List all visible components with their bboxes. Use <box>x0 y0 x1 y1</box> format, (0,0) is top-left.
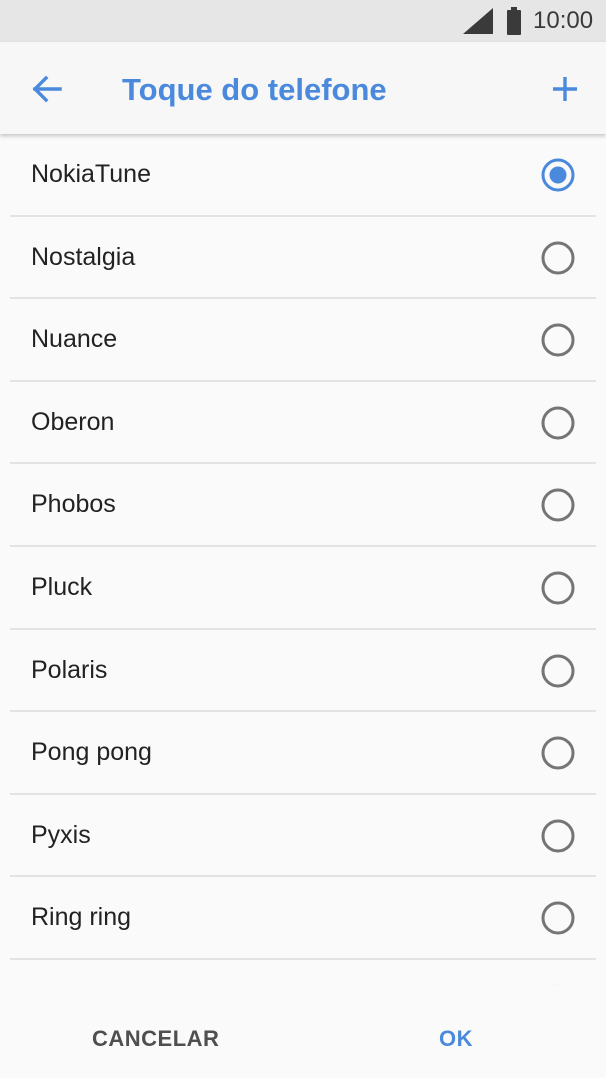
radio-unselected-icon[interactable] <box>541 323 575 357</box>
arrow-left-icon <box>32 75 62 103</box>
ringtone-label: Pluck <box>31 572 93 601</box>
list-item[interactable]: NokiaTune <box>0 134 606 217</box>
radio-unselected-icon[interactable] <box>541 571 575 605</box>
radio-unselected-icon[interactable] <box>541 901 575 935</box>
radio-selected-icon[interactable] <box>541 158 575 192</box>
ringtone-label: Pong pong <box>31 738 152 767</box>
list-item[interactable]: Pyxis <box>0 795 606 878</box>
cell-signal-icon <box>463 8 493 34</box>
list-item[interactable]: Oberon <box>0 382 606 465</box>
ok-button[interactable]: OK <box>439 1026 473 1052</box>
ringtone-label: Nostalgia <box>31 242 136 271</box>
ringtone-label: Polaris <box>31 655 108 684</box>
list-item[interactable]: Polaris <box>0 630 606 713</box>
status-bar: 10:00 <box>0 0 606 42</box>
radio-unselected-icon[interactable] <box>541 736 575 770</box>
app-bar: Toque do telefone <box>0 42 606 134</box>
radio-unselected-icon[interactable] <box>541 488 575 522</box>
ringtone-label: Phobos <box>31 490 116 519</box>
dialog-footer: CANCELAR OK <box>0 994 606 1078</box>
scroll-fade <box>0 965 606 995</box>
radio-unselected-icon[interactable] <box>541 654 575 688</box>
ringtone-list: NokiaTune Nostalgia Nuance Oberon Phobos <box>0 134 606 994</box>
plus-icon <box>553 77 577 101</box>
list-item[interactable]: Nuance <box>0 299 606 382</box>
ringtone-label: Pyxis <box>31 820 91 849</box>
back-button[interactable] <box>22 64 72 114</box>
cancel-button[interactable]: CANCELAR <box>92 1026 219 1052</box>
page-title: Toque do telefone <box>122 72 387 107</box>
list-item[interactable]: Pong pong <box>0 712 606 795</box>
ringtone-label: Nuance <box>31 325 118 354</box>
radio-unselected-icon[interactable] <box>541 819 575 853</box>
list-item[interactable]: Ring ring <box>0 877 606 960</box>
status-time: 10:00 <box>533 7 594 34</box>
radio-unselected-icon[interactable] <box>541 406 575 440</box>
ringtone-label: Oberon <box>31 407 115 436</box>
list-item[interactable]: Phobos <box>0 464 606 547</box>
radio-unselected-icon[interactable] <box>541 241 575 275</box>
ringtone-label: NokiaTune <box>31 160 151 188</box>
battery-icon <box>507 7 521 35</box>
list-item[interactable]: Pluck <box>0 547 606 630</box>
ringtone-label: Ring ring <box>31 903 132 932</box>
list-item[interactable]: Nostalgia <box>0 217 606 300</box>
add-ringtone-button[interactable] <box>540 64 590 114</box>
